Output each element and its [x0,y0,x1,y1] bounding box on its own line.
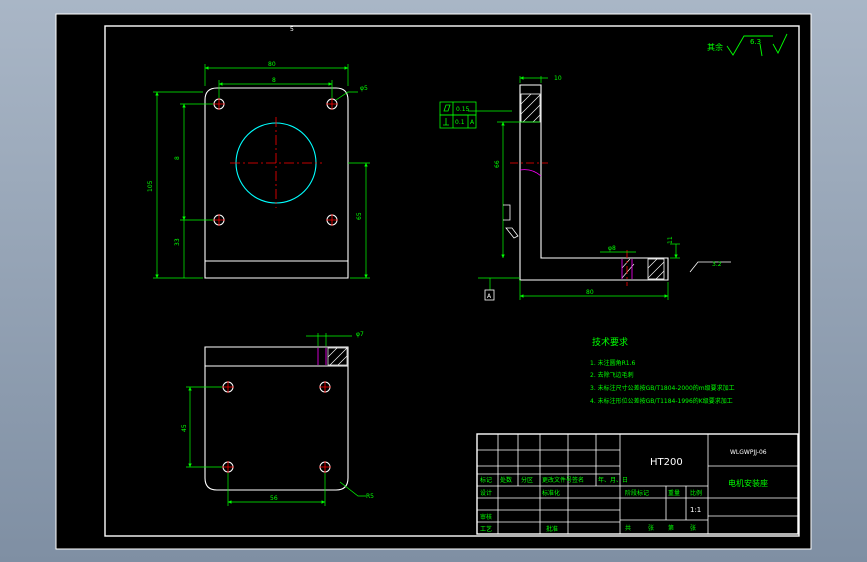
tb-scale: 1:1 [690,506,701,514]
side-roughness: 3.2 [712,261,722,268]
tb-header-mark: 标记 [480,476,492,484]
tech-item-4: 4. 未标注形位公差按GB/T1184-1996的K级要求加工 [590,397,733,405]
tb-header-sign: 签名 [572,476,584,484]
tb-header-date: 年、月、日 [598,476,628,484]
front-height-dim: 105 [147,180,154,192]
front-left-inner: 8 [174,156,181,160]
top-mark: 5 [290,26,294,33]
bottom-hole-dia: φ7 [356,331,364,338]
tb-header-zone: 分区 [521,476,533,484]
tech-title: 技术要求 [592,336,628,348]
tech-item-1: 1. 未注圆角R1.6 [590,359,636,367]
drawing-sheet: 5 其余 6.3 80 8 105 8 33 65 φ5 0.15 0.1 A … [55,13,812,550]
tb-approve: 批准 [546,525,558,533]
paper [55,13,812,550]
tb-process: 工艺 [480,525,492,533]
tb-header-docno: 更改文件号 [542,476,572,484]
tb-design: 设计 [480,489,492,497]
front-corner-hole: φ5 [360,85,368,92]
side-thickness: 10 [554,75,562,82]
front-lower-offset: 33 [174,238,181,246]
tb-review: 审核 [480,513,492,521]
tb-sheet-total: 共 [625,524,631,532]
gdt-flatness: 0.15 [456,106,470,113]
side-base-len: 80 [586,289,594,296]
tech-item-2: 2. 去除飞边毛刺 [590,371,634,379]
tb-drawing-no: WLGWPJJ-06 [730,449,767,456]
tb-standardize: 标准化 [542,489,560,497]
side-height-dim: 66 [494,160,501,168]
tb-ratio: 比例 [690,489,702,497]
front-hole-spacing: 8 [272,77,276,84]
side-base-thick: 11 [667,236,674,244]
tb-part-name: 电机安装座 [728,478,768,488]
gdt-perpendicularity: 0.1 [455,119,465,126]
bottom-horizontal-spacing: 56 [270,495,278,502]
roughness-note-value: 6.3 [750,38,761,46]
tb-weight: 重量 [668,489,680,497]
bottom-vertical-spacing: 45 [181,424,188,432]
tb-sheet-nth: 第 [668,524,674,532]
tb-stage-mark: 阶段标记 [625,489,649,497]
bottom-corner-radius: R5 [366,493,374,500]
tb-header-count: 处数 [500,476,512,484]
tb-sheet-unit2: 张 [690,524,696,532]
tb-material: HT200 [650,457,683,468]
roughness-note-prefix: 其余 [707,42,723,52]
front-width-dim: 80 [268,61,276,68]
front-right-dim: 65 [356,212,363,220]
tb-sheet-unit1: 张 [648,524,654,532]
side-hole-dia: φ8 [608,245,616,252]
tech-item-3: 3. 未标注尺寸公差按GB/T1804-2000的m级要求加工 [590,384,735,392]
